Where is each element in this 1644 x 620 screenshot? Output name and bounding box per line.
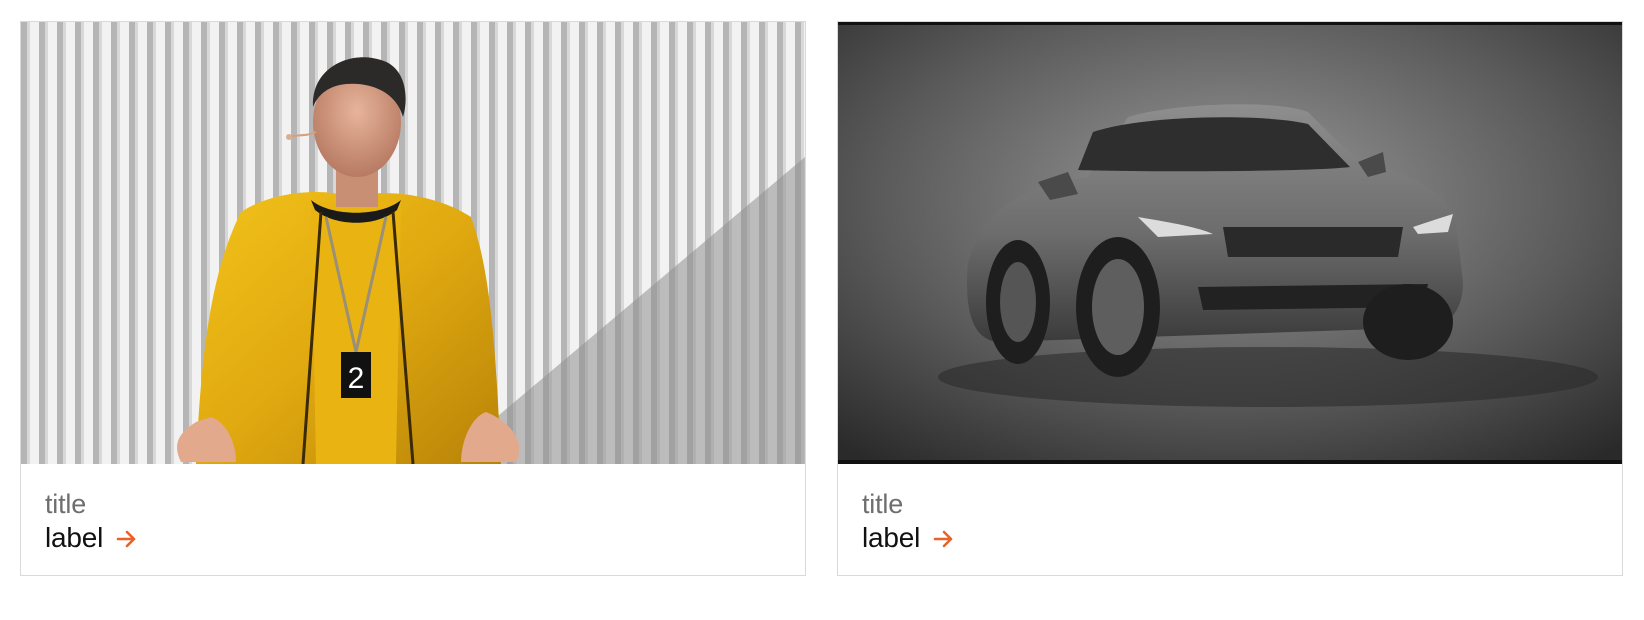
card-link[interactable]: label	[45, 521, 139, 555]
arrow-right-icon[interactable]	[115, 527, 139, 551]
presenter-photo: 2	[21, 22, 805, 464]
car-photo	[838, 22, 1622, 464]
card-caption: title label	[45, 487, 139, 555]
card-label[interactable]: label	[45, 521, 103, 555]
svg-text:2: 2	[348, 362, 365, 395]
card-label[interactable]: label	[862, 521, 920, 555]
card-grid: 2 title label title label	[0, 0, 1644, 620]
card-car[interactable]: title label	[837, 21, 1623, 576]
arrow-right-icon[interactable]	[932, 527, 956, 551]
card-presenter[interactable]: 2 title label	[20, 21, 806, 576]
card-title: title	[45, 489, 87, 519]
card-link[interactable]: label	[862, 521, 956, 555]
card-caption: title label	[862, 487, 956, 555]
card-title: title	[862, 489, 904, 519]
